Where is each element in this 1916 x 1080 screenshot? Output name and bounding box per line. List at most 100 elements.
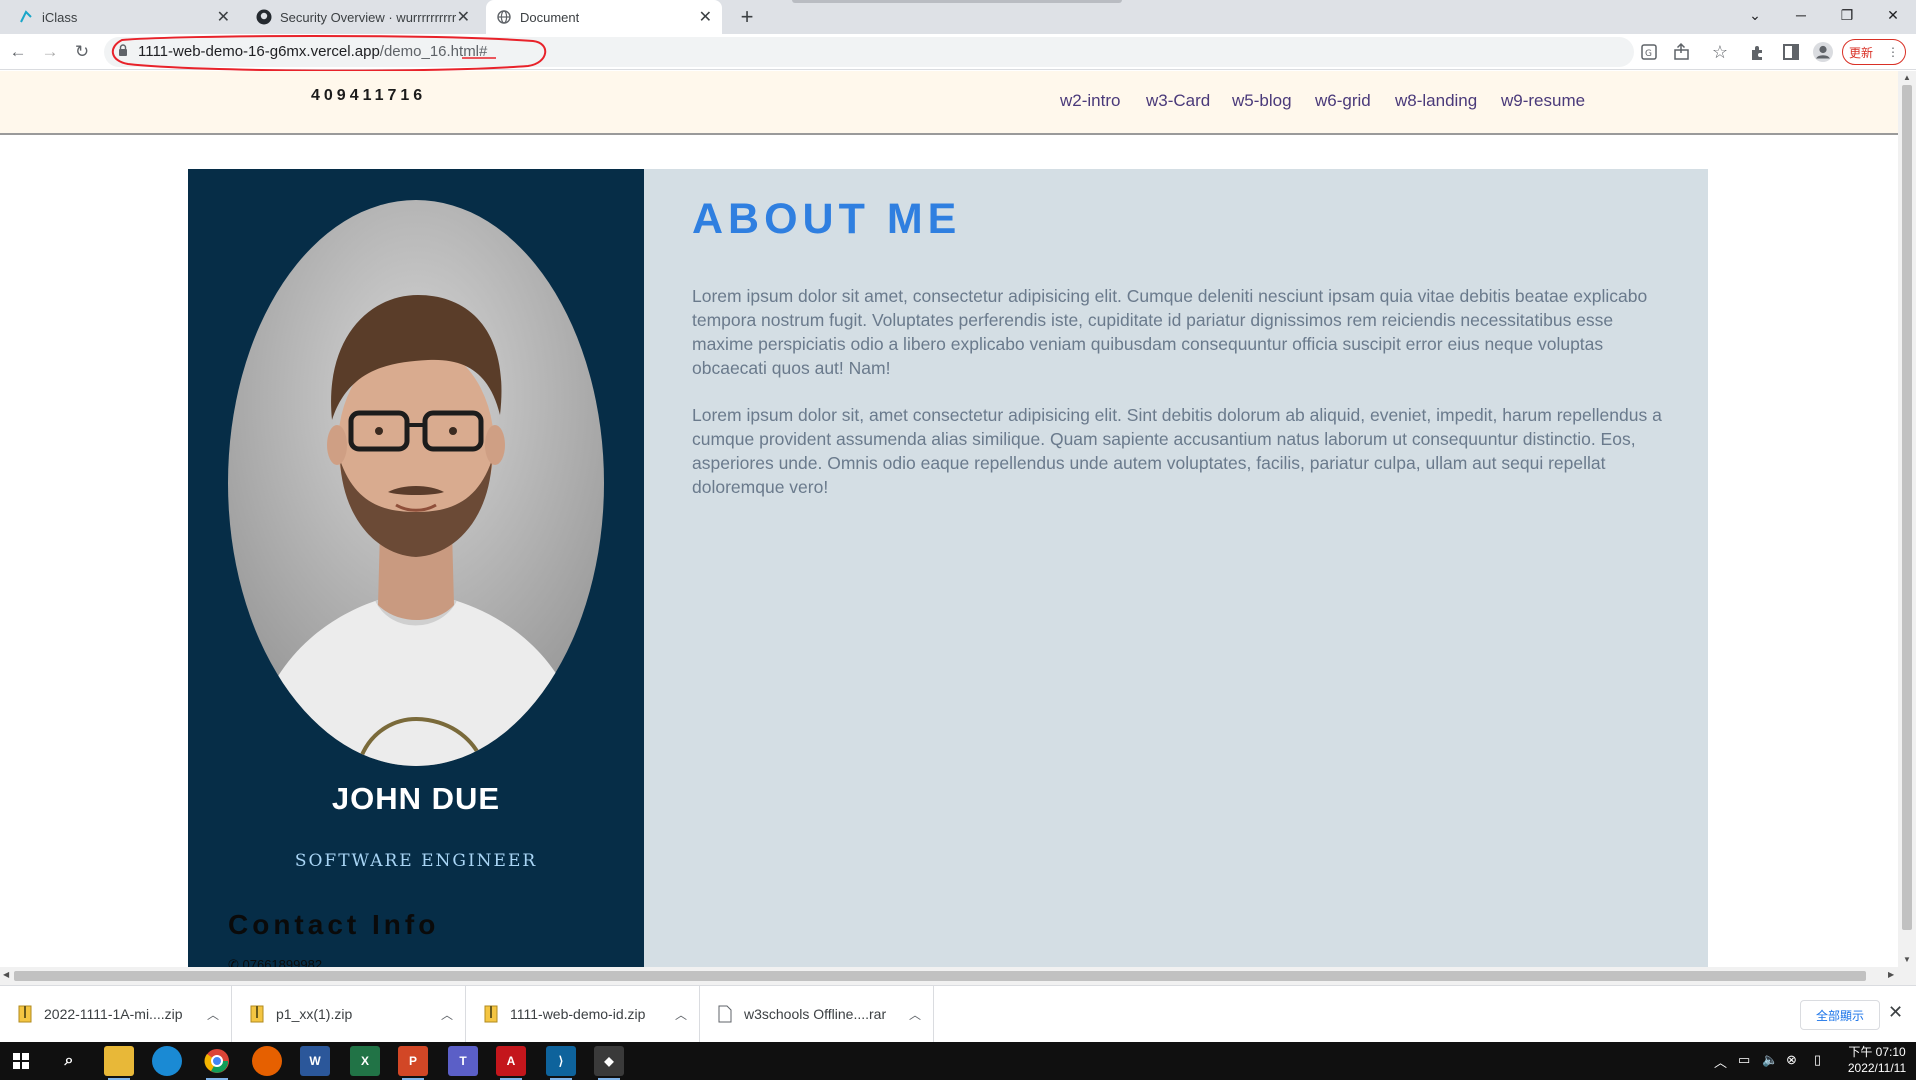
nav-link-w6-grid[interactable]: w6-grid — [1315, 91, 1371, 111]
horizontal-scroll-thumb[interactable] — [14, 971, 1866, 981]
edge-icon[interactable] — [152, 1046, 182, 1076]
profile-avatar-icon[interactable] — [1812, 41, 1834, 63]
excel-icon[interactable]: X — [350, 1046, 380, 1076]
start-icon[interactable] — [6, 1046, 36, 1076]
download-filename: w3schools Offline....rar — [744, 1006, 887, 1022]
update-label: 更新 — [1848, 45, 1873, 60]
phone-icon: ✆ — [228, 957, 243, 967]
about-paragraph-1: Lorem ipsum dolor sit amet, consectetur … — [692, 286, 1648, 378]
about-me-heading: ABOUT ME — [692, 195, 962, 243]
about-paragraph-2: Lorem ipsum dolor sit, amet consectetur … — [692, 405, 1662, 497]
profile-portrait — [228, 200, 604, 766]
back-icon[interactable]: ← — [4, 38, 32, 66]
update-button[interactable]: 更新 ⋮ — [1842, 39, 1906, 65]
forward-icon[interactable]: → — [36, 38, 64, 66]
reload-icon[interactable]: ↻ — [68, 38, 96, 66]
chevron-up-icon[interactable]: ︿ — [675, 1006, 687, 1023]
close-icon[interactable]: ✕ — [699, 7, 712, 27]
globe-icon — [496, 9, 512, 25]
nav-link-w9-resume[interactable]: w9-resume — [1501, 91, 1585, 111]
extensions-icon[interactable] — [1748, 42, 1768, 62]
share-icon[interactable] — [1672, 42, 1692, 62]
scroll-up-icon[interactable]: ▲ — [1903, 73, 1911, 82]
tab-github[interactable]: Security Overview · wurrrrrrrrrr ✕ — [248, 0, 480, 34]
page-viewport: 409411716 w2-intro w3-Card w5-blog w6-gr… — [0, 71, 1898, 967]
system-clock[interactable]: 下午 07:10 2022/11/11 — [1842, 1044, 1912, 1076]
contact-info-heading: Contact Info — [228, 909, 440, 940]
vertical-scroll-thumb[interactable] — [1902, 85, 1912, 930]
tab-document[interactable]: Document ✕ — [486, 0, 722, 34]
chrome-icon[interactable] — [202, 1046, 232, 1080]
horizontal-scrollbar[interactable]: ◀ ▶ — [0, 967, 1916, 985]
git-icon[interactable]: ◆ — [594, 1046, 624, 1080]
phone-number: 07661899982 — [242, 957, 323, 967]
svg-text:G: G — [1645, 49, 1652, 59]
clock-date: 2022/11/11 — [1847, 1061, 1907, 1075]
file-explorer-icon[interactable] — [104, 1046, 134, 1080]
tab-label: Document — [520, 9, 580, 25]
translate-icon[interactable]: G — [1640, 42, 1660, 62]
tray-expand-icon[interactable]: ︿ — [1714, 1052, 1727, 1071]
clock-time: 下午 07:10 — [1848, 1045, 1906, 1059]
profile-job-title: SOFTWARE ENGINEER — [294, 851, 538, 871]
powerpoint-icon[interactable]: P — [398, 1046, 428, 1080]
nav-link-w2-intro[interactable]: w2-intro — [1060, 91, 1120, 111]
download-filename: 2022-1111-1A-mi....zip — [44, 1006, 183, 1022]
download-bar: 2022-1111-1A-mi....zip ︿ p1_xx(1).zip ︿ … — [0, 985, 1916, 1042]
tab-search-icon[interactable]: ⌄ — [1732, 0, 1778, 30]
file-icon — [718, 1005, 732, 1023]
restore-icon[interactable]: ❐ — [1824, 0, 1870, 30]
menu-dots-icon[interactable]: ⋮ — [1887, 45, 1899, 59]
status-icon[interactable]: ⊗ — [1786, 1052, 1797, 1068]
github-icon — [256, 9, 272, 25]
nav-link-w8-landing[interactable]: w8-landing — [1395, 91, 1477, 111]
chevron-up-icon[interactable]: ︿ — [441, 1006, 453, 1023]
word-icon[interactable]: W — [300, 1046, 330, 1076]
close-icon[interactable]: ✕ — [217, 7, 230, 27]
tab-label: Security Overview · wurrrrrrrrrr — [280, 9, 456, 25]
nav-link-w5-blog[interactable]: w5-blog — [1232, 91, 1292, 111]
tab-search-handle — [792, 0, 1122, 3]
download-filename: p1_xx(1).zip — [276, 1006, 353, 1022]
contact-phone: ✆ 07661899982 — [228, 957, 322, 967]
close-download-bar-icon[interactable]: ✕ — [1888, 1002, 1903, 1023]
resume-card: JOHN DUE SOFTWARE ENGINEER Contact Info … — [188, 169, 1708, 967]
nav-link-w3-card[interactable]: w3-Card — [1146, 91, 1210, 111]
tab-iclass[interactable]: iClass ✕ — [8, 0, 240, 34]
chevron-up-icon[interactable]: ︿ — [909, 1006, 921, 1023]
site-brand[interactable]: 409411716 — [311, 87, 426, 105]
bookmark-star-icon[interactable]: ☆ — [1706, 38, 1734, 66]
teams-icon[interactable]: T — [448, 1046, 478, 1076]
show-all-downloads-button[interactable]: 全部顯示 — [1800, 1000, 1880, 1030]
scroll-down-icon[interactable]: ▼ — [1903, 955, 1911, 964]
windows-taskbar: ⌕ W X P T A ⟩ ◆ ︿ ▭ 🔈 ⊗ ▯ 下午 07:10 2022/… — [0, 1042, 1916, 1080]
zip-file-icon — [18, 1005, 32, 1023]
profile-name: JOHN DUE — [331, 781, 501, 816]
url-annotation-ellipse — [112, 35, 547, 72]
vscode-icon[interactable]: ⟩ — [546, 1046, 576, 1080]
side-panel-icon[interactable] — [1782, 43, 1800, 61]
minimize-icon[interactable]: ─ — [1778, 0, 1824, 30]
ime-icon[interactable]: ▯ — [1814, 1052, 1821, 1068]
vertical-scrollbar[interactable]: ▲ ▼ — [1898, 71, 1916, 967]
search-icon[interactable]: ⌕ — [54, 1046, 84, 1076]
download-item[interactable]: 2022-1111-1A-mi....zip ︿ — [0, 986, 232, 1042]
volume-icon[interactable]: 🔈 — [1762, 1052, 1778, 1068]
firefox-icon[interactable] — [252, 1046, 282, 1076]
download-item[interactable]: p1_xx(1).zip ︿ — [232, 986, 466, 1042]
download-filename: 1111-web-demo-id.zip — [510, 1006, 646, 1022]
scroll-right-icon[interactable]: ▶ — [1888, 970, 1894, 979]
download-item[interactable]: w3schools Offline....rar ︿ — [700, 986, 934, 1042]
site-navbar: 409411716 w2-intro w3-Card w5-blog w6-gr… — [0, 71, 1898, 135]
chevron-up-icon[interactable]: ︿ — [207, 1006, 219, 1023]
iclass-icon — [18, 9, 34, 25]
zip-file-icon — [484, 1005, 498, 1023]
new-tab-button[interactable]: + — [734, 0, 760, 34]
download-item[interactable]: 1111-web-demo-id.zip ︿ — [466, 986, 700, 1042]
zip-file-icon — [250, 1005, 264, 1023]
close-icon[interactable]: ✕ — [457, 7, 470, 27]
close-window-icon[interactable]: ✕ — [1870, 0, 1916, 30]
scroll-left-icon[interactable]: ◀ — [3, 970, 9, 979]
acrobat-icon[interactable]: A — [496, 1046, 526, 1080]
network-icon[interactable]: ▭ — [1738, 1052, 1750, 1068]
